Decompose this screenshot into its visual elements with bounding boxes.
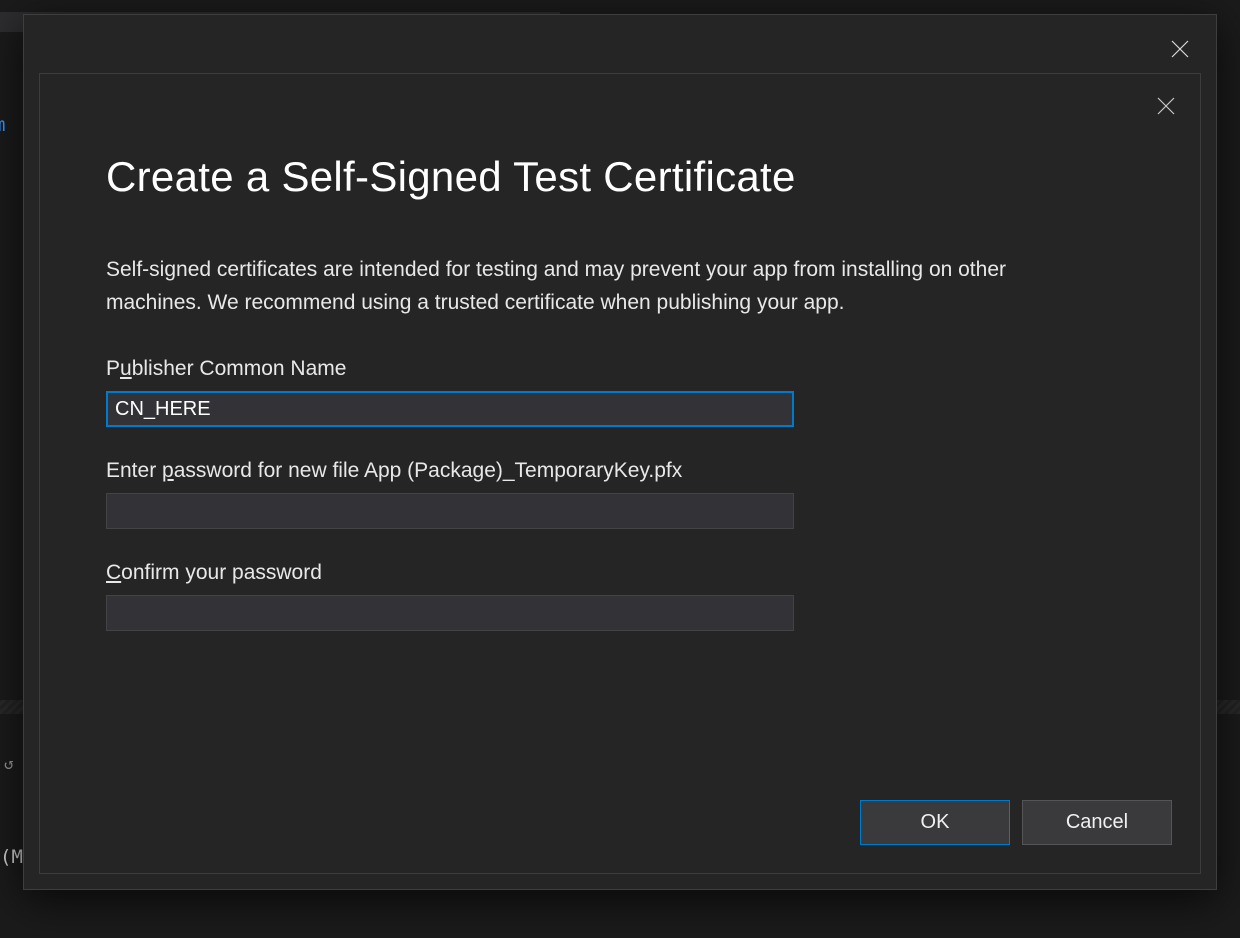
- dialog-description: Self-signed certificates are intended fo…: [106, 254, 1096, 319]
- label-part: assword for new file App (Package)_Tempo…: [174, 459, 683, 482]
- password-label: Enter password for new file App (Package…: [106, 459, 1134, 483]
- close-icon: [1171, 40, 1189, 58]
- password-field: Enter password for new file App (Package…: [106, 459, 1134, 529]
- close-icon: [1157, 97, 1175, 115]
- cancel-button[interactable]: Cancel: [1022, 800, 1172, 845]
- label-accel: C: [106, 561, 121, 584]
- dialog-button-row: OK Cancel: [860, 800, 1172, 845]
- inner-close-button[interactable]: [1154, 94, 1178, 118]
- outer-close-button[interactable]: [1166, 35, 1194, 63]
- password-input[interactable]: [106, 493, 794, 529]
- dialog-title: Create a Self-Signed Test Certificate: [106, 154, 1134, 200]
- publisher-label: Publisher Common Name: [106, 357, 1134, 381]
- publisher-field: Publisher Common Name: [106, 357, 1134, 427]
- background-link-fragment: m: [0, 110, 5, 141]
- confirm-password-input[interactable]: [106, 595, 794, 631]
- confirm-password-label: Confirm your password: [106, 561, 1134, 585]
- outer-dialog: Create a Self-Signed Test Certificate Se…: [23, 14, 1217, 890]
- publisher-common-name-input[interactable]: [106, 391, 794, 427]
- label-part: Enter: [106, 459, 162, 482]
- label-part: P: [106, 357, 120, 380]
- ok-button[interactable]: OK: [860, 800, 1010, 845]
- dialog-content: Create a Self-Signed Test Certificate Se…: [106, 154, 1134, 663]
- label-part: blisher Common Name: [132, 357, 347, 380]
- label-accel: p: [162, 459, 174, 482]
- label-accel: u: [120, 357, 132, 380]
- inner-dialog: Create a Self-Signed Test Certificate Se…: [39, 73, 1201, 874]
- confirm-password-field: Confirm your password: [106, 561, 1134, 631]
- label-part: onfirm your password: [121, 561, 322, 584]
- history-icon: ↺: [4, 748, 14, 779]
